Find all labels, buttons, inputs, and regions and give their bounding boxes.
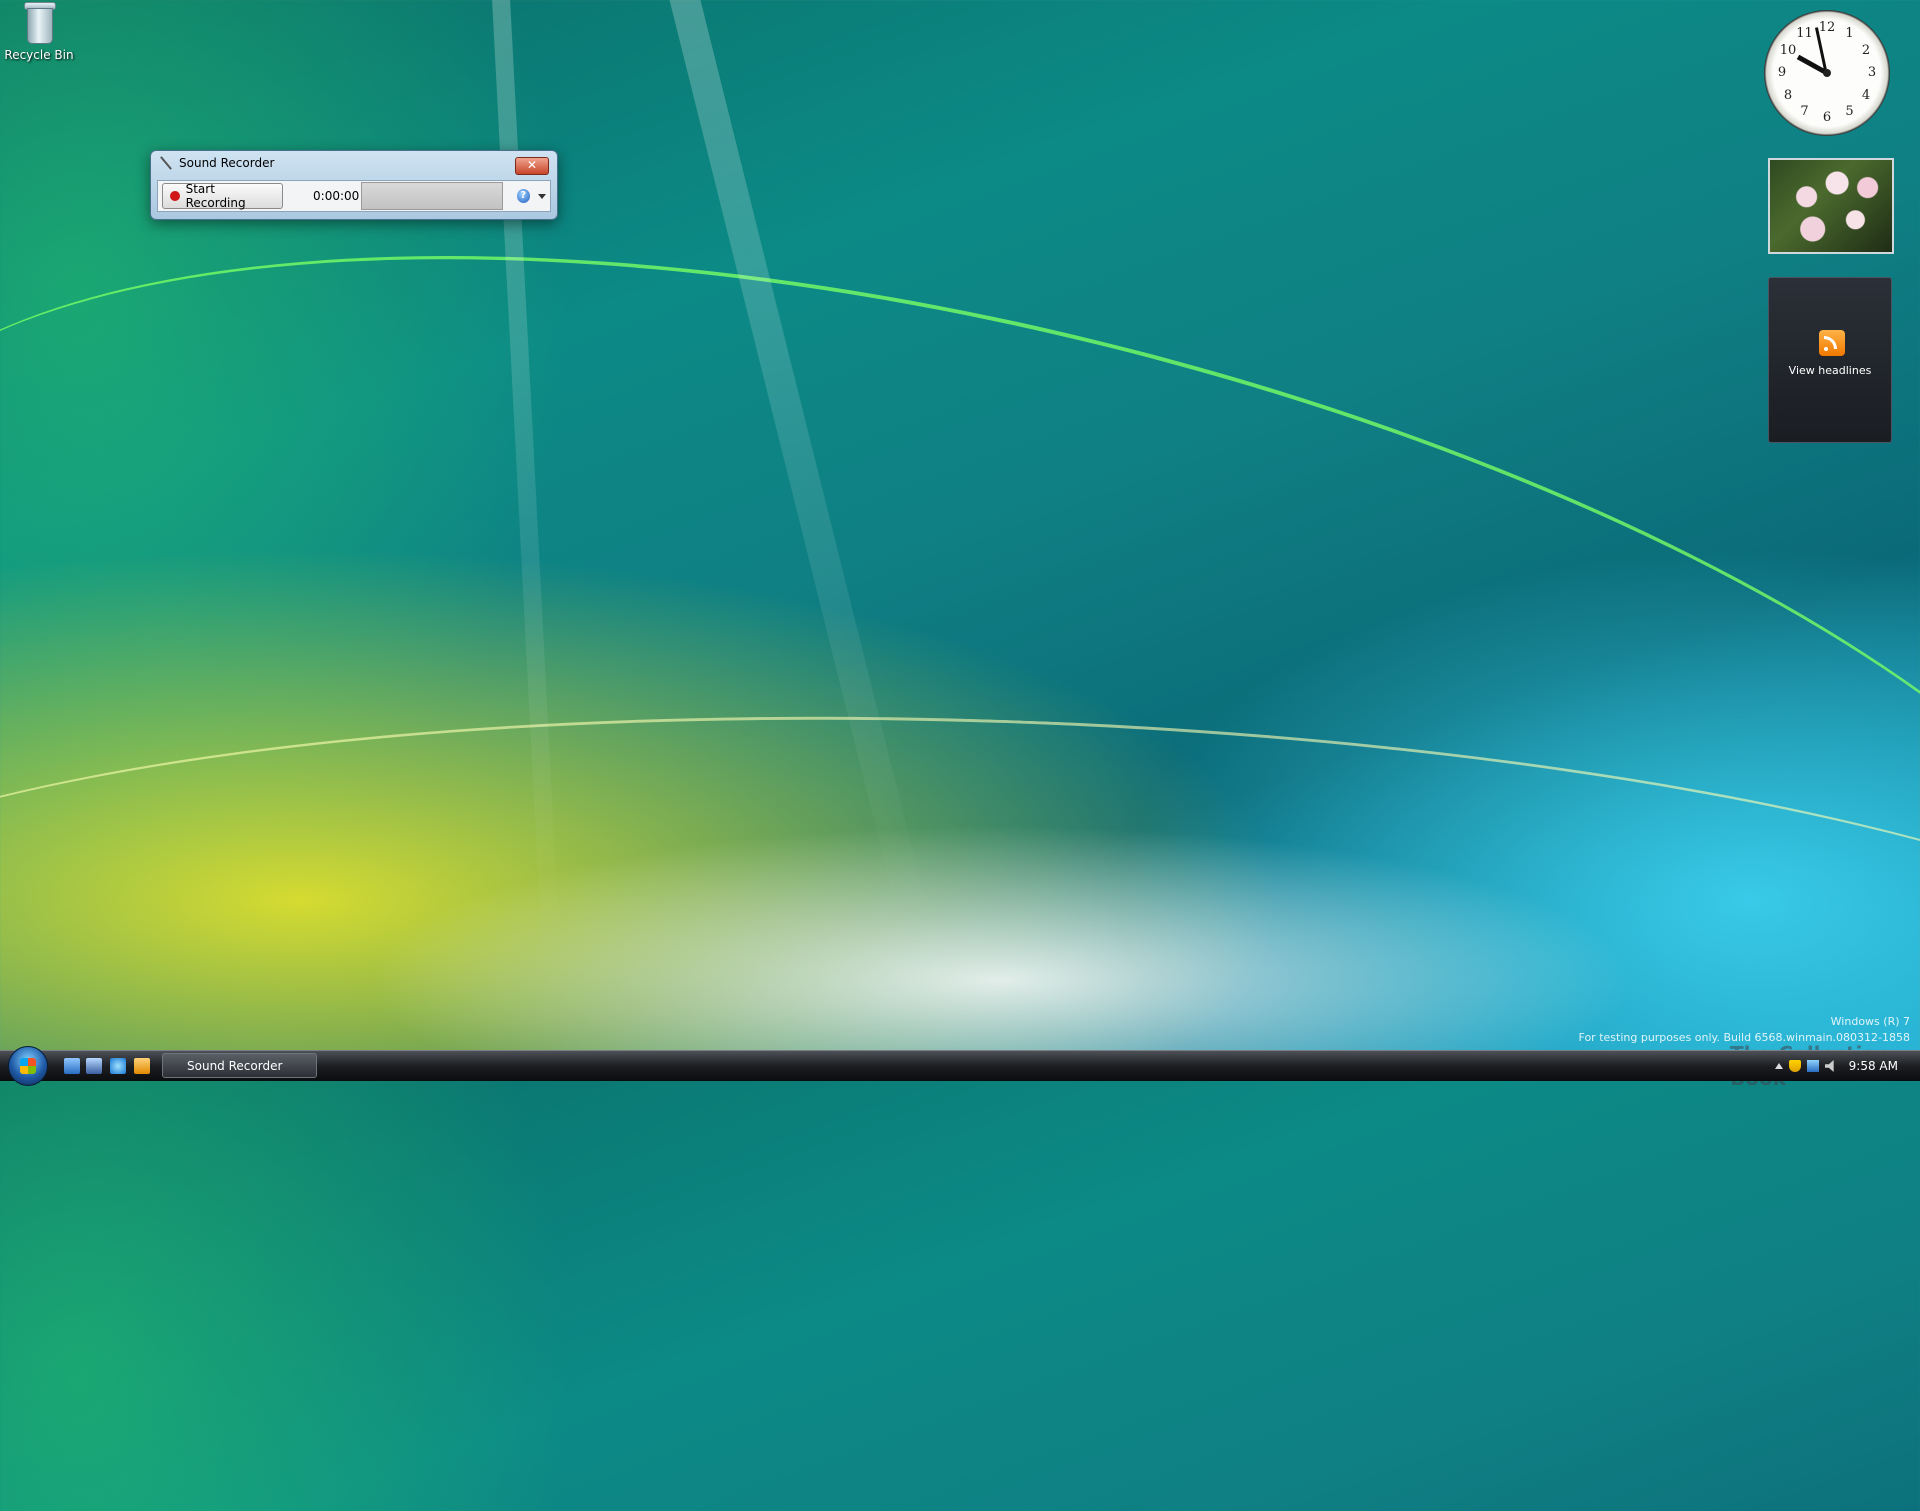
close-button[interactable]: ✕	[515, 157, 549, 175]
volume-icon[interactable]	[1824, 1060, 1834, 1072]
watermark-title: Windows (R) 7	[1830, 1015, 1910, 1028]
clock-gadget[interactable]: 12 1 2 3 4 5 6 7 8 9 10 11	[1764, 10, 1890, 136]
clock-numeral: 8	[1783, 87, 1793, 103]
clock-numeral: 10	[1779, 42, 1797, 58]
clock-numeral: 5	[1845, 103, 1854, 119]
view-headlines-label[interactable]: View headlines	[1769, 364, 1891, 377]
clock-numeral: 3	[1867, 65, 1877, 80]
slideshow-gadget[interactable]	[1768, 158, 1894, 254]
window-title: Sound Recorder	[179, 156, 275, 170]
internet-explorer-icon[interactable]	[110, 1058, 126, 1074]
elapsed-time: 0:00:00	[313, 189, 360, 203]
clock-numeral: 6	[1822, 110, 1832, 125]
clock-numeral: 7	[1800, 103, 1809, 119]
taskbar-task-label: Sound Recorder	[187, 1058, 283, 1073]
microphone-icon	[159, 156, 173, 170]
taskbar: Sound Recorder 9:58 AM	[0, 1046, 1920, 1086]
rss-icon	[1819, 330, 1845, 356]
network-icon[interactable]	[1806, 1060, 1819, 1072]
recycle-bin-label: Recycle Bin	[4, 48, 74, 62]
wallpaper-swoosh	[0, 674, 1920, 1369]
clock-numeral: 9	[1777, 65, 1787, 80]
clock-numeral: 12	[1818, 20, 1836, 35]
clock-hub	[1823, 69, 1831, 77]
clock-time[interactable]: 9:58 AM	[1849, 1059, 1898, 1073]
feed-headlines-gadget[interactable]: View headlines	[1768, 277, 1892, 443]
switch-windows-icon[interactable]	[86, 1058, 102, 1074]
start-recording-label: Start Recording	[185, 182, 246, 210]
show-desktop-icon[interactable]	[64, 1058, 80, 1074]
start-recording-button[interactable]: Start Recording	[162, 182, 284, 210]
clock-numeral: 2	[1861, 42, 1871, 58]
level-meter	[361, 182, 503, 210]
shield-icon[interactable]	[1788, 1060, 1801, 1072]
clock-numeral: 11	[1796, 26, 1813, 42]
start-orb-icon[interactable]	[8, 1046, 48, 1086]
chevron-down-icon[interactable]	[538, 193, 546, 199]
recycle-bin[interactable]: Recycle Bin	[4, 2, 74, 62]
clock-numeral: 4	[1861, 87, 1871, 103]
sound-recorder-titlebar[interactable]: Sound Recorder	[151, 151, 557, 175]
clock-numeral: 1	[1845, 26, 1854, 42]
chevron-up-icon[interactable]	[1774, 1063, 1783, 1069]
media-player-icon[interactable]	[134, 1058, 150, 1074]
system-tray: 9:58 AM	[1774, 1051, 1920, 1081]
recycle-bin-icon	[22, 2, 56, 44]
sound-recorder-window[interactable]: Sound Recorder ✕ Start Recording 0:00:00…	[150, 150, 558, 220]
taskbar-sound-recorder[interactable]: Sound Recorder	[162, 1053, 317, 1078]
record-dot-icon	[170, 191, 180, 201]
recorder-controls: Start Recording 0:00:00 ?	[157, 180, 551, 212]
help-icon[interactable]: ?	[516, 189, 530, 203]
